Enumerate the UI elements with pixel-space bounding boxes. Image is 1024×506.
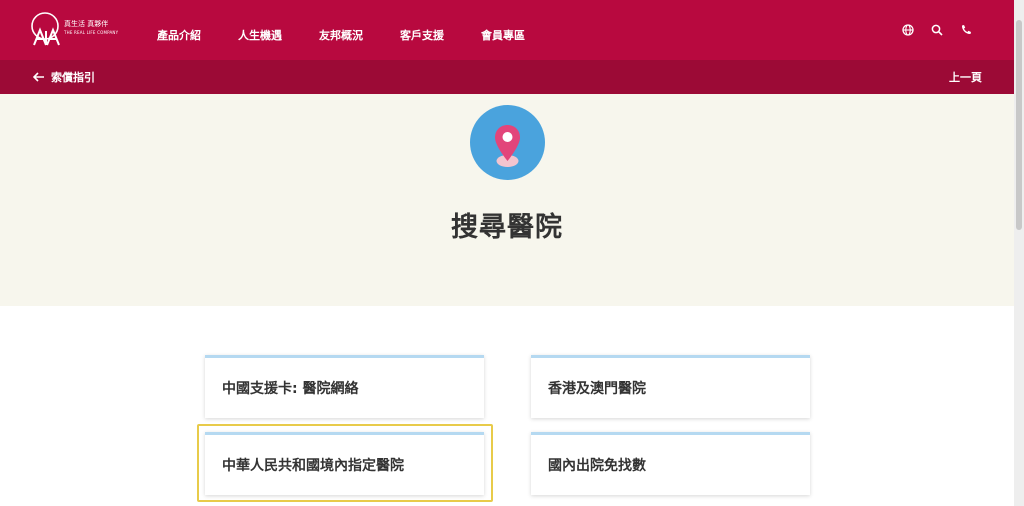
nav-item-products[interactable]: 產品介紹 [157, 27, 201, 43]
nav-item-life-moments[interactable]: 人生機遇 [238, 27, 282, 43]
previous-page-link[interactable]: 上一頁 [949, 69, 982, 85]
logo-slogan-en: THE REAL LIFE COMPANY [64, 30, 119, 35]
main-nav: 產品介紹 人生機遇 友邦概況 客戶支援 會員專區 [157, 27, 562, 43]
nav-item-support[interactable]: 客戶支援 [400, 27, 444, 43]
card-label: 中國支援卡: 醫院網絡 [222, 381, 359, 397]
sub-nav-bar: 索償指引 上一頁 [0, 60, 1014, 94]
aia-logo-mark [31, 12, 60, 46]
card-label: 香港及澳門醫院 [548, 381, 646, 397]
phone-icon[interactable] [958, 22, 974, 38]
aia-logo[interactable]: 真生活 真夥伴 THE REAL LIFE COMPANY [30, 12, 120, 48]
card-hk-macau-hospitals[interactable]: 香港及澳門醫院 [531, 355, 810, 418]
back-link-label: 索償指引 [51, 71, 95, 84]
selection-highlight [197, 424, 493, 502]
nav-item-about[interactable]: 友邦概況 [319, 27, 363, 43]
logo-slogan-cn: 真生活 真夥伴 [64, 20, 109, 28]
arrow-left-icon [33, 72, 44, 82]
card-mainland-cashless-discharge[interactable]: 國內出院免找數 [531, 432, 810, 495]
top-nav-bar: 真生活 真夥伴 THE REAL LIFE COMPANY 產品介紹 人生機遇 … [0, 0, 1014, 60]
hero-section: 搜尋醫院 [0, 94, 1014, 306]
scrollbar-thumb[interactable] [1016, 20, 1022, 230]
location-pin-icon [470, 105, 545, 180]
header-icons [900, 22, 974, 38]
scrollbar[interactable] [1014, 0, 1024, 506]
globe-icon[interactable] [900, 22, 916, 38]
nav-item-members[interactable]: 會員專區 [481, 27, 525, 43]
back-link[interactable]: 索償指引 [33, 69, 95, 85]
card-label: 國內出院免找數 [548, 458, 646, 474]
page: 真生活 真夥伴 THE REAL LIFE COMPANY 產品介紹 人生機遇 … [0, 0, 1024, 506]
search-icon[interactable] [929, 22, 945, 38]
page-title: 搜尋醫院 [451, 212, 563, 243]
card-china-support-hospital-network[interactable]: 中國支援卡: 醫院網絡 [205, 355, 484, 418]
